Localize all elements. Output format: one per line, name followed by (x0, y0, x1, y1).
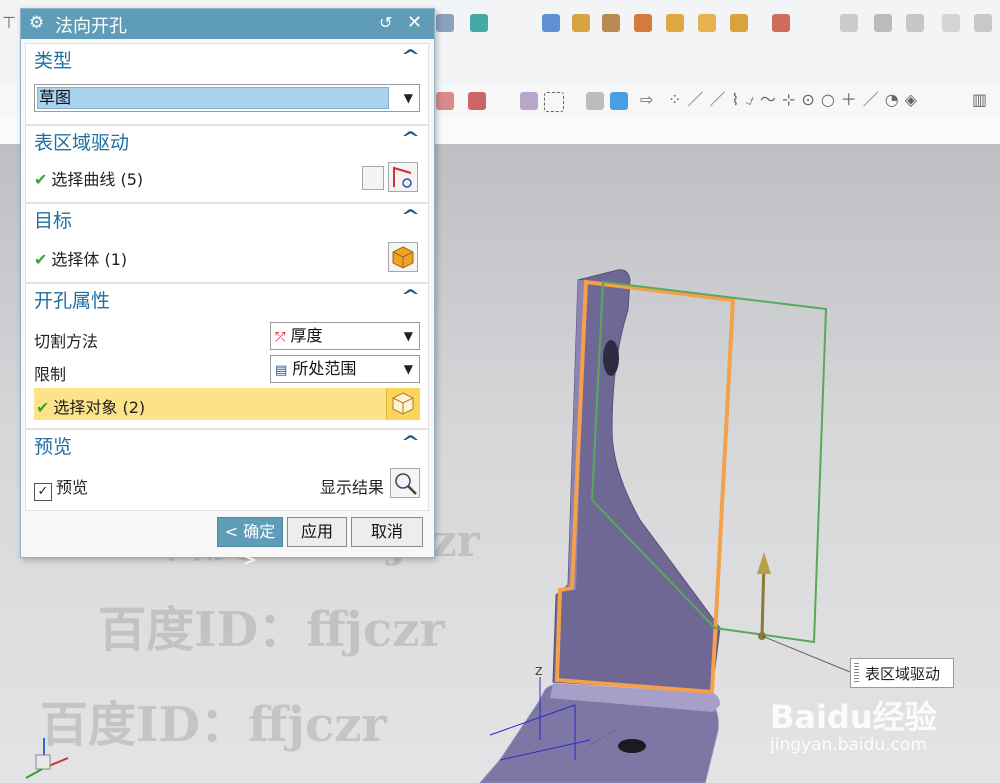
checkmark-icon: ✔ (36, 398, 50, 417)
thickness-icon: ⤱ (275, 330, 286, 345)
watermark-2: 百度ID：ffjczr (98, 602, 445, 658)
limit-value: 所处范围 (292, 359, 357, 378)
body-select-button[interactable] (388, 242, 418, 272)
range-icon: ▤ (275, 363, 288, 378)
grid-icon[interactable] (906, 14, 924, 32)
section-type: 类型 ^ 草图 ▼ (25, 43, 429, 125)
cut-method-value: 厚度 (290, 326, 323, 345)
section-preview-header[interactable]: 预览 (34, 432, 72, 459)
shape-icon[interactable] (542, 14, 560, 32)
ok-button[interactable]: < 确定 > (217, 517, 283, 569)
type-dropdown-selection (37, 87, 389, 109)
part-hole-top (603, 340, 619, 376)
triad-cube (35, 754, 51, 770)
section-face-drive: 表区域驱动 ^ ✔ 选择曲线 (5) (25, 125, 429, 203)
chevron-down-icon[interactable]: ▼ (404, 85, 413, 111)
extrude-icon[interactable] (436, 14, 454, 32)
part-hole-bottom (618, 739, 646, 753)
callout-label: 表区域驱动 (865, 665, 941, 683)
jog-icon[interactable] (730, 14, 748, 32)
select-objects-text: ✔ 选择对象 (2) (36, 394, 145, 418)
arrow-right-icon[interactable]: ⇨ (640, 91, 653, 109)
magnifier-icon (395, 473, 417, 495)
select-objects-label: 选择对象 (2) (53, 398, 146, 417)
checkmark-icon: ✔ (34, 250, 48, 269)
section-target: 目标 ^ ✔ 选择体 (1) (25, 203, 429, 283)
curve-select-button[interactable] (388, 162, 418, 192)
dialog-titlebar[interactable]: ⚙ 法向开孔 ↺ ✕ (21, 9, 434, 39)
select-curve-row[interactable]: ✔ 选择曲线 (5) (34, 166, 143, 190)
chevron-down-icon[interactable]: ▼ (404, 356, 413, 382)
cut-method-label: 切割方法 (34, 332, 99, 351)
preview-checkbox-row[interactable]: ✓ 预览 (34, 474, 88, 501)
normal-direction-arrowhead (757, 552, 771, 574)
toolbar-item-icon[interactable]: ⊤ (2, 14, 16, 32)
unbend-icon[interactable] (772, 14, 790, 32)
select-icon[interactable] (520, 92, 538, 110)
checkmark-icon: ✔ (34, 170, 48, 189)
section-hole-props-header[interactable]: 开孔属性 (34, 286, 110, 313)
bend-icon[interactable] (602, 14, 620, 32)
cube-icon (392, 246, 414, 269)
section-face-drive-header[interactable]: 表区域驱动 (34, 128, 129, 155)
section-target-header[interactable]: 目标 (34, 206, 72, 233)
tab-icon[interactable] (666, 14, 684, 32)
curve-select-icon (393, 166, 412, 188)
section-type-header[interactable]: 类型 (34, 46, 72, 73)
select-body-row[interactable]: ✔ 选择体 (1) (34, 246, 127, 270)
select-curve-label: 选择曲线 (5) (51, 170, 144, 189)
more-icon[interactable]: ▥ (972, 91, 987, 109)
chevron-up-icon[interactable]: ^ (401, 206, 421, 227)
baidu-logo: Baidu经验 (770, 698, 937, 736)
corner-icon[interactable] (634, 14, 652, 32)
callout-grip-icon[interactable] (854, 663, 859, 683)
type-dropdown[interactable]: 草图 ▼ (34, 84, 420, 112)
show-result-label: 显示结果 (320, 478, 385, 497)
sketch-section-icon[interactable] (362, 166, 384, 190)
dialog-title: 法向开孔 (55, 16, 127, 37)
section-hole-props: 开孔属性 ^ 切割方法 ⤱ 厚度 ▼ 限制 ▤ 所处范围 ▼ ✔ 选择对象 (2) (25, 283, 429, 429)
flange-icon[interactable] (572, 14, 590, 32)
limit-dropdown[interactable]: ▤ 所处范围 ▼ (270, 355, 420, 383)
type-dropdown-value: 草图 (39, 88, 72, 107)
baidu-logo-sub: jingyan.baidu.com (770, 735, 927, 755)
watermark-3: 百度ID：ffjczr (40, 697, 387, 753)
chevron-up-icon[interactable]: ^ (401, 46, 421, 67)
apply-button[interactable]: 应用 (287, 517, 347, 547)
chevron-up-icon[interactable]: ^ (401, 286, 421, 307)
gear-icon[interactable]: ⚙ (29, 13, 44, 33)
contour-icon[interactable] (698, 14, 716, 32)
chevron-down-icon[interactable]: ▼ (404, 323, 413, 349)
limit-label: 限制 (34, 365, 67, 384)
show-result-button[interactable] (390, 468, 420, 498)
chevron-up-icon[interactable]: ^ (401, 432, 421, 453)
select-body-label: 选择体 (1) (51, 250, 128, 269)
help-icon[interactable] (974, 14, 992, 32)
feature-icon[interactable] (470, 14, 488, 32)
box-select-icon[interactable] (544, 92, 564, 112)
snap-tools-icon[interactable]: ⁘／／⌇⍻〜⊹⊙○＋／◔◈ (668, 91, 923, 109)
shaded-icon[interactable] (610, 92, 628, 110)
constraint-icon[interactable] (436, 92, 454, 110)
chevron-up-icon[interactable]: ^ (401, 128, 421, 149)
section-preview: 预览 ^ ✓ 预览 显示结果 (25, 429, 429, 511)
normal-cutout-dialog: ⚙ 法向开孔 ↺ ✕ 类型 ^ 草图 ▼ 表区域驱动 ^ ✔选择曲线 (5) (20, 8, 435, 569)
preview-checkbox[interactable]: ✓ (34, 483, 52, 501)
snap-icon[interactable] (468, 92, 486, 110)
object-select-button[interactable] (386, 388, 420, 420)
reset-icon[interactable]: ↺ (379, 13, 392, 32)
axis-z-label: Z (535, 665, 543, 678)
cut-method-dropdown[interactable]: ⤱ 厚度 ▼ (270, 322, 420, 350)
render-icon[interactable] (586, 92, 604, 110)
select-objects-row[interactable]: ✔ 选择对象 (2) (34, 388, 420, 420)
face-drive-callout[interactable]: 表区域驱动 (850, 658, 954, 688)
layer-icon[interactable] (874, 14, 892, 32)
preview-checkbox-label: 预览 (56, 478, 89, 497)
cube-outline-icon (392, 392, 414, 415)
sketch-tool-icon[interactable] (840, 14, 858, 32)
cancel-button[interactable]: 取消 (351, 517, 423, 547)
close-icon[interactable]: ✕ (407, 12, 422, 33)
view-icon[interactable] (942, 14, 960, 32)
